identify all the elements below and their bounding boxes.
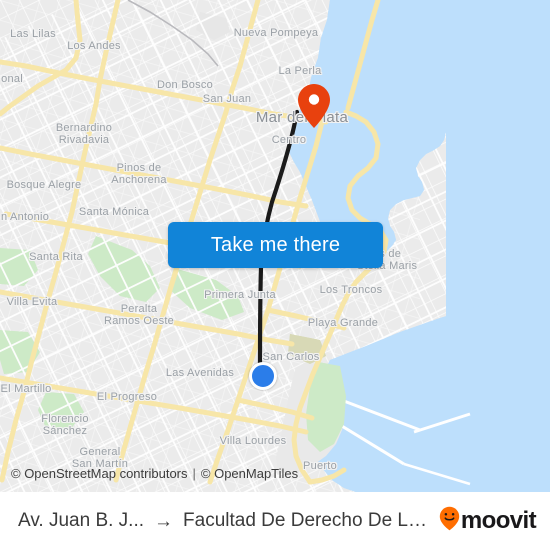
take-me-there-button[interactable]: Take me there bbox=[168, 222, 383, 268]
map-canvas[interactable]: Las Lilas Los Andes Nueva Pompeya La Perla D… bbox=[0, 0, 550, 492]
attribution-separator: | bbox=[192, 465, 196, 481]
moovit-pin-icon bbox=[439, 506, 460, 536]
arrow-right-icon: → bbox=[154, 510, 174, 532]
moovit-wordmark: moovit bbox=[460, 507, 537, 534]
route-summary[interactable]: Av. Juan B. J... → Facultad De Derecho D… bbox=[18, 510, 431, 532]
openmaptiles-attribution-link[interactable]: © OpenMapTiles bbox=[201, 466, 298, 481]
map-attribution: © OpenStreetMap contributors | © OpenMap… bbox=[0, 462, 550, 484]
origin-location-dot[interactable] bbox=[249, 362, 277, 390]
osm-attribution-link[interactable]: © OpenStreetMap contributors bbox=[11, 466, 188, 481]
moovit-logo[interactable]: moovit bbox=[439, 506, 537, 536]
moovit-trip-screen: Las Lilas Los Andes Nueva Pompeya La Perla D… bbox=[0, 0, 550, 550]
route-origin-label: Av. Juan B. J... bbox=[18, 510, 145, 531]
take-me-there-label: Take me there bbox=[210, 233, 341, 256]
bottom-route-bar: Av. Juan B. J... → Facultad De Derecho D… bbox=[0, 492, 550, 550]
route-destination-label: Facultad De Derecho De La Universi... bbox=[183, 510, 431, 531]
